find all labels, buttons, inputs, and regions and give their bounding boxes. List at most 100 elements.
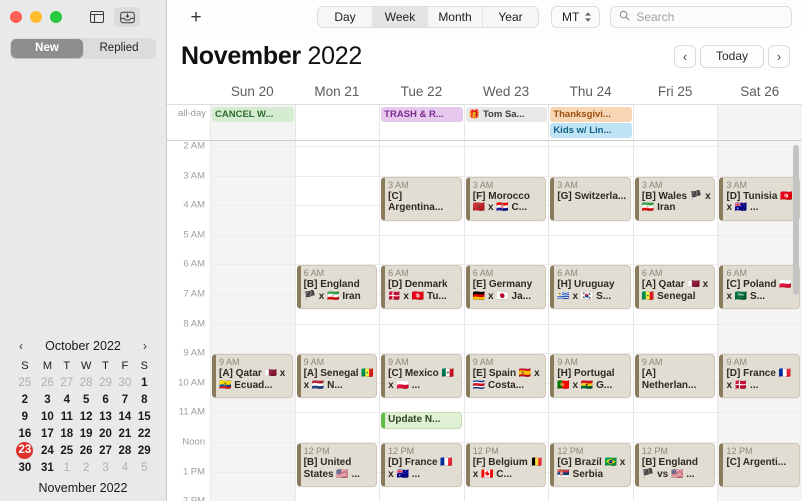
calendar-event[interactable]: 3 AM [G] Switzerla... xyxy=(550,176,631,221)
mini-calendar-day[interactable]: 13 xyxy=(96,408,115,425)
mini-calendar-day[interactable]: 21 xyxy=(115,425,134,442)
calendar-event[interactable]: 9 AM [A] Qatar 🇶🇦 x 🇪🇨 Ecuad... xyxy=(212,354,293,399)
mini-calendar-day[interactable]: 30 xyxy=(115,374,134,391)
sidebar-tab-replied[interactable]: Replied xyxy=(83,39,155,58)
mini-calendar-day[interactable]: 23 xyxy=(12,442,38,459)
day-header-3[interactable]: Wed 23 xyxy=(464,78,549,104)
mini-calendar-day[interactable]: 5 xyxy=(135,459,154,476)
add-event-button[interactable]: + xyxy=(185,8,207,27)
day-header-1[interactable]: Mon 21 xyxy=(295,78,380,104)
calendar-event[interactable]: 6 AM [C] Poland 🇵🇱 x 🇸🇦 S... xyxy=(719,265,801,310)
day-column-0[interactable]: 9 AM [A] Qatar 🇶🇦 x 🇪🇨 Ecuad... xyxy=(210,141,295,501)
calendar-event[interactable]: 6 AM [E] Germany 🇩🇪 x 🇯🇵 Ja... xyxy=(465,265,547,310)
day-column-6[interactable]: 3 AM [D] Tunisia 🇹🇳 x 🇦🇺 ... 6 AM [C] Polan… xyxy=(717,141,802,501)
mini-calendar-day[interactable]: 22 xyxy=(135,425,154,442)
all-day-event[interactable]: CANCEL W... xyxy=(212,107,294,122)
mini-calendar-prev-icon[interactable]: ‹ xyxy=(14,340,28,352)
calendar-event[interactable]: 12 PM [B] United States 🇺🇸 ... xyxy=(296,443,378,488)
mini-calendar-day[interactable]: 5 xyxy=(76,391,95,408)
calendar-event[interactable]: 9 AM [A] Netherlan... xyxy=(634,354,716,399)
all-day-event[interactable]: 🎁 Tom Sa... xyxy=(465,107,548,122)
zoom-window-button[interactable] xyxy=(50,11,62,23)
mini-calendar-day[interactable]: 16 xyxy=(12,425,38,442)
mini-calendar-day[interactable]: 29 xyxy=(96,374,115,391)
mini-calendar-day[interactable]: 25 xyxy=(57,442,76,459)
mini-calendar-day[interactable]: 31 xyxy=(38,459,57,476)
calendar-event[interactable]: 3 AM [F] Morocco 🇲🇦 x 🇭🇷 C... xyxy=(465,176,547,221)
mini-calendar-day[interactable]: 27 xyxy=(96,442,115,459)
calendar-event[interactable]: 9 AM [A] Senegal 🇸🇳 x 🇳🇱 N... xyxy=(296,354,378,399)
day-header-2[interactable]: Tue 22 xyxy=(379,78,464,104)
calendar-event[interactable]: 3 AM [C] Argentina... xyxy=(381,176,462,221)
day-header-0[interactable]: Sun 20 xyxy=(210,78,295,104)
mini-calendar-day[interactable]: 9 xyxy=(12,408,38,425)
mini-calendar-day[interactable]: 1 xyxy=(57,459,76,476)
mini-calendar-day[interactable]: 10 xyxy=(38,408,57,425)
calendar-grid-scroll[interactable]: 2 AM 3 AM 4 AM 5 AM 6 AM 7 AM 8 AM 9 AM 10 AM 11 … xyxy=(167,141,802,501)
view-tab-day[interactable]: Day xyxy=(318,7,373,27)
calendar-event[interactable]: 9 AM [E] Spain 🇪🇸 x 🇨🇷 Costa... xyxy=(465,354,547,399)
day-header-6[interactable]: Sat 26 xyxy=(717,78,802,104)
day-column-3[interactable]: 3 AM [F] Morocco 🇲🇦 x 🇭🇷 C... 6 AM [E] Germ… xyxy=(463,141,549,501)
all-day-event[interactable]: TRASH & R... xyxy=(381,107,463,122)
calendar-event[interactable]: 9 AM [H] Portugal 🇵🇹 x 🇬🇭 G... xyxy=(550,354,631,399)
mini-calendar-day[interactable]: 3 xyxy=(96,459,115,476)
mini-calendar-day[interactable]: 29 xyxy=(135,442,154,459)
mini-calendar-day[interactable]: 20 xyxy=(96,425,115,442)
calendar-event[interactable]: 6 AM [A] Qatar 🇶🇦 x 🇸🇳 Senegal xyxy=(634,265,716,310)
sidebar-tab-new[interactable]: New xyxy=(11,39,83,58)
calendar-event[interactable]: 12 PM [C] Argenti... xyxy=(719,443,801,488)
all-day-column-4[interactable]: Thanksgivi... Kids w/ Lin... xyxy=(548,105,633,140)
all-day-event[interactable]: Kids w/ Lin... xyxy=(550,123,632,138)
mini-calendar-day[interactable]: 14 xyxy=(115,408,134,425)
mini-calendar-day[interactable]: 3 xyxy=(38,391,57,408)
mini-calendar-day[interactable]: 7 xyxy=(115,391,134,408)
all-day-column-5[interactable] xyxy=(632,105,718,140)
next-week-button[interactable]: › xyxy=(768,44,790,68)
search-field[interactable]: Search xyxy=(610,6,792,28)
mini-calendar-day[interactable]: 25 xyxy=(12,374,38,391)
inbox-icon[interactable] xyxy=(114,7,140,27)
vertical-scrollbar[interactable] xyxy=(792,141,801,501)
all-day-column-1[interactable] xyxy=(294,105,380,140)
mini-calendar-day[interactable]: 12 xyxy=(76,408,95,425)
mini-calendar-day[interactable]: 19 xyxy=(76,425,95,442)
previous-week-button[interactable]: ‹ xyxy=(674,44,696,68)
mini-calendar-day[interactable]: 4 xyxy=(115,459,134,476)
mini-calendar-day[interactable]: 8 xyxy=(135,391,154,408)
scrollbar-thumb[interactable] xyxy=(793,145,799,295)
mini-calendar-day[interactable]: 28 xyxy=(115,442,134,459)
view-tab-week[interactable]: Week xyxy=(373,7,428,27)
mini-calendar-day[interactable]: 6 xyxy=(96,391,115,408)
minimize-window-button[interactable] xyxy=(30,11,42,23)
mini-calendar-day[interactable]: 26 xyxy=(38,374,57,391)
calendar-event[interactable]: 6 AM [D] Denmark 🇩🇰 x 🇹🇳 Tu... xyxy=(381,265,462,310)
day-column-2[interactable]: 3 AM [C] Argentina... 6 AM [D] Denmark 🇩🇰 x… xyxy=(379,141,464,501)
calendar-event[interactable]: 9 AM [D] France 🇫🇷 x 🇩🇰 ... xyxy=(719,354,801,399)
mini-calendar-day[interactable]: 15 xyxy=(135,408,154,425)
calendar-event[interactable]: 12 PM [D] France 🇫🇷 x 🇦🇺 ... xyxy=(381,443,462,488)
all-day-column-3[interactable]: 🎁 Tom Sa... xyxy=(463,105,549,140)
calendar-event[interactable]: 9 AM [C] Mexico 🇲🇽 x 🇵🇱 ... xyxy=(381,354,462,399)
day-column-5[interactable]: 3 AM [B] Wales 🏴 x 🇮🇷 Iran 6 AM [A] Qatar 🇶… xyxy=(632,141,718,501)
mini-calendar-day[interactable]: 28 xyxy=(76,374,95,391)
mini-calendar-day[interactable]: 1 xyxy=(135,374,154,391)
view-tab-month[interactable]: Month xyxy=(428,7,483,27)
mini-calendar-day[interactable]: 11 xyxy=(57,408,76,425)
calendar-event[interactable]: 12 PM [F] Belgium 🇧🇪 x 🇨🇦 C... xyxy=(465,443,547,488)
calendar-event[interactable]: 12 PM [B] England 🏴 vs 🇺🇸 ... xyxy=(634,443,716,488)
mini-calendar-day[interactable]: 2 xyxy=(76,459,95,476)
all-day-event[interactable]: Thanksgivi... xyxy=(550,107,632,122)
panel-icon[interactable] xyxy=(84,7,110,27)
calendar-event[interactable]: 12 PM [G] Brazil 🇧🇷 x 🇷🇸 Serbia xyxy=(550,443,631,488)
calendar-event[interactable]: Update N... xyxy=(381,411,462,429)
calendar-event[interactable]: 3 AM [B] Wales 🏴 x 🇮🇷 Iran xyxy=(634,176,716,221)
timezone-select[interactable]: MT xyxy=(551,6,601,28)
calendar-event[interactable]: 6 AM [H] Uruguay 🇺🇾 x 🇰🇷 S... xyxy=(550,265,631,310)
calendar-event[interactable]: 3 AM [D] Tunisia 🇹🇳 x 🇦🇺 ... xyxy=(719,176,801,221)
calendar-event[interactable]: 6 AM [B] England 🏴 x 🇮🇷 Iran xyxy=(296,265,378,310)
all-day-column-2[interactable]: TRASH & R... xyxy=(379,105,464,140)
sidebar-segmented-control[interactable]: New Replied xyxy=(10,38,156,59)
mini-calendar-day[interactable]: 24 xyxy=(38,442,57,459)
all-day-column-6[interactable] xyxy=(717,105,802,140)
